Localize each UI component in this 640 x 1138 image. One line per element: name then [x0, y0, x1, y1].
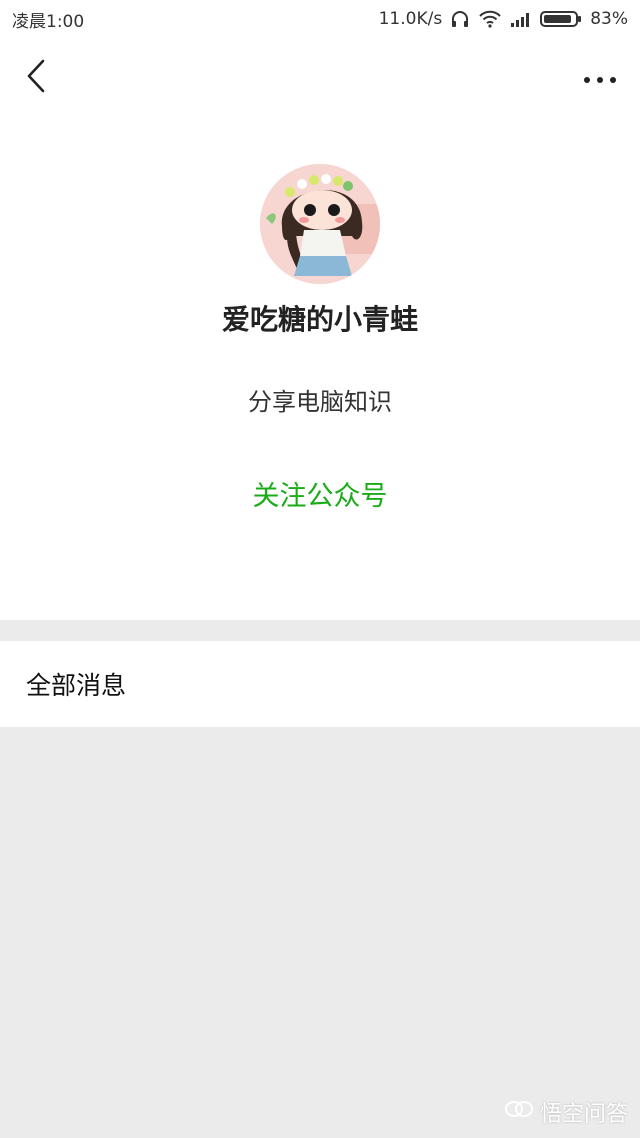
nav-bar	[0, 38, 640, 118]
more-button[interactable]	[580, 60, 620, 96]
signal-icon	[510, 10, 532, 28]
watermark-text: 悟空问答	[539, 1102, 628, 1127]
profile-card: 爱吃糖的小青蛙 分享电脑知识 关注公众号	[0, 118, 640, 620]
more-dots-icon	[583, 69, 617, 88]
account-name: 爱吃糖的小青蛙	[221, 303, 418, 336]
network-speed: 11.0K/s	[378, 9, 443, 29]
back-button[interactable]	[16, 56, 56, 100]
all-messages-header: 全部消息	[0, 641, 640, 727]
status-right: 11.0K/s 83%	[379, 9, 628, 29]
watermark: 悟空问答	[504, 1096, 628, 1128]
wifi-icon	[478, 10, 502, 28]
status-bar: 凌晨1:00 11.0K/s 83%	[0, 0, 640, 38]
account-description: 分享电脑知识	[248, 388, 392, 416]
battery-percent: 83%	[590, 9, 628, 29]
headphones-icon	[450, 10, 470, 28]
avatar[interactable]	[260, 164, 380, 284]
screen: 凌晨1:00 11.0K/s 83% 爱吃糖的小青蛙 分享电脑知识 关注公众号 …	[0, 0, 640, 1138]
follow-button[interactable]: 关注公众号	[220, 474, 420, 513]
all-messages-label: 全部消息	[26, 671, 127, 700]
chevron-left-icon	[25, 59, 47, 97]
battery-icon	[540, 10, 582, 28]
wukong-logo-icon	[504, 1098, 534, 1126]
avatar-illustration	[260, 164, 380, 284]
status-time: 凌晨1:00	[12, 11, 85, 32]
